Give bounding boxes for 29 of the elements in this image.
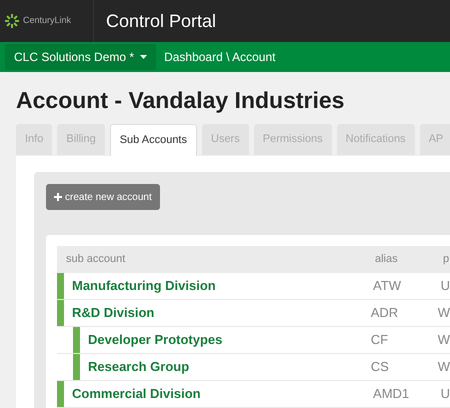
sub-account-link[interactable]: Developer Prototypes [88,330,222,350]
portal-title: Control Portal [106,10,216,32]
alias-cell-text: ADR [370,304,398,322]
sub-account-link[interactable]: R&D Division [72,303,154,323]
table-cell-text: U [440,277,450,296]
sub-account-link[interactable]: Research Group [88,357,190,377]
alias-cell-text: ATW [373,277,401,296]
breadcrumb: Dashboard \ Account [164,49,276,66]
sub-account-link[interactable]: Manufacturing Division [72,276,216,296]
page-title: Account - Vandalay Industries [16,86,346,114]
column-header: sub account [65,252,126,268]
account-dropdown[interactable]: CLC Solutions Demo * [5,44,156,70]
alias-cell-text: CS [370,358,389,376]
create-account-button[interactable]: create new account [46,184,160,210]
sub-account-link[interactable]: Commercial Division [72,384,201,404]
logo-icon [5,14,19,28]
tab[interactable]: Sub Accounts [110,124,197,156]
table-cell-text: U [440,385,450,404]
alias-cell-text: CF [370,331,388,350]
column-header: p [443,252,450,268]
alias-cell-text: AMD1 [373,385,410,404]
table-cell-text: W [438,358,450,376]
caret-icon [140,55,148,59]
status-bar [57,381,64,407]
table-cell-text: W [438,331,450,350]
column-header: alias [375,252,399,268]
logo-text: CenturyLink [23,14,72,28]
table-cell-text: W [438,304,450,322]
plus-icon [54,193,62,201]
